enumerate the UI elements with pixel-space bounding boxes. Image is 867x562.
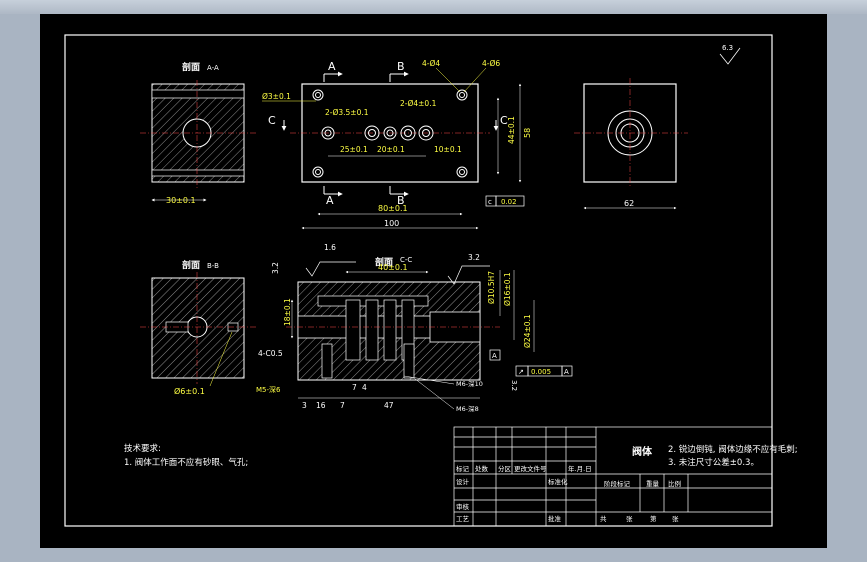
thread-m6a: M6-深10	[456, 379, 483, 388]
tb-std: 标准化	[548, 477, 568, 486]
dim-80: 80±0.1	[378, 204, 408, 213]
dim-20: 20±0.1	[377, 145, 405, 154]
rough-4: 3.2	[510, 380, 518, 391]
dim-b4: 4	[362, 383, 367, 392]
side-dim: 62	[624, 199, 634, 208]
dim-d35: 2-Ø3.5±0.1	[325, 108, 369, 117]
dim-cc-18: 18±0.1	[283, 298, 292, 326]
dim-dia-16: Ø16±0.1	[503, 272, 512, 306]
section-aa-dim: 30±0.1	[166, 196, 196, 205]
tb-stage: 阶段标记	[604, 479, 631, 488]
dim-25: 25±0.1	[340, 145, 368, 154]
front-view: A B A B C C Ø3±0.1 2-Ø3.5±0.1 2-Ø4±0.1 4…	[262, 59, 532, 230]
chamfer-label: 4-C0.5	[258, 349, 283, 358]
part-name: 阀体	[632, 445, 653, 458]
dim-b47: 47	[384, 401, 394, 410]
cad-drawing: 剖面 A-A 30±0.1 A B A B C C Ø3±0.1 2-Ø3.5±…	[64, 34, 798, 527]
section-bb-dim: Ø6±0.1	[174, 386, 205, 396]
rough-1: 1.6	[324, 243, 336, 252]
datum-a: A	[492, 352, 497, 360]
dim-100: 100	[384, 219, 399, 228]
tb-no: 第	[650, 514, 657, 523]
roughness-corner: 6.3	[719, 44, 741, 65]
cut-c-left: C	[268, 114, 276, 127]
tb-mark: 标记	[456, 464, 470, 473]
dim-dia-10: Ø10.5H7	[487, 271, 496, 304]
tb-design: 设计	[456, 477, 470, 486]
tb-scale: 比例	[668, 479, 681, 488]
cut-a-bottom: A	[326, 194, 334, 207]
dim-d3: Ø3±0.1	[262, 92, 291, 101]
tb-total: 共	[600, 514, 607, 523]
dim-holes-b: 4-Ø6	[482, 59, 500, 68]
section-bb-view: 剖面 B-B Ø6±0.1	[140, 259, 256, 396]
section-cc-view: 剖面 C-C 1.6 3.2 3.2 3.2 40±0.1 18±0.1 Ø10…	[256, 243, 573, 413]
runout-value: 0.005	[531, 368, 551, 376]
tb-date: 年.月.日	[568, 464, 592, 473]
notes-heading: 技术要求:	[124, 443, 161, 454]
tb-process: 工艺	[456, 515, 470, 523]
thread-m6b: M6-深8	[456, 404, 479, 413]
title-block-text: 阀体 标记 处数 分区 更改文件号 年.月.日 设计 标准化 阶段标记 重量 比…	[456, 445, 681, 523]
notes-line1: 1. 阀体工作面不应有砂眼、气孔;	[124, 457, 248, 468]
cut-a-top: A	[328, 60, 336, 73]
tb-docno: 更改文件号	[514, 464, 547, 473]
dim-b16: 16	[316, 401, 326, 410]
roughness-corner-value: 6.3	[722, 44, 733, 52]
dim-b7: 7	[340, 401, 345, 410]
dim-44: 44±0.1	[507, 116, 516, 144]
flatness-value: 0.02	[501, 198, 517, 206]
tb-sheets: 张	[626, 514, 633, 523]
thread-m5: M5-深6	[256, 385, 281, 394]
rough-2: 3.2	[271, 262, 280, 274]
dim-b3: 3	[302, 401, 307, 410]
side-view: 62	[574, 78, 688, 210]
title-block	[453, 426, 773, 527]
dim-10: 10±0.1	[434, 145, 462, 154]
flatness-symbol: c	[488, 198, 492, 206]
section-aa-title: 剖面	[182, 61, 200, 73]
rough-3: 3.2	[468, 253, 480, 262]
section-aa-view: 剖面 A-A 30±0.1	[140, 61, 256, 205]
notes-line2: 2. 锐边倒钝, 阀体边缘不应有毛刺;	[668, 444, 798, 455]
notes-line3: 3. 未注尺寸公差±0.3。	[668, 457, 759, 468]
tb-sheet: 张	[672, 514, 679, 523]
section-bb-title: 剖面	[182, 259, 200, 271]
runout-symbol: ↗	[518, 368, 524, 376]
tb-approve: 批准	[548, 514, 562, 523]
runout-ref: A	[564, 368, 569, 376]
dim-d4: 2-Ø4±0.1	[400, 99, 437, 108]
tb-count: 处数	[475, 464, 489, 473]
section-aa-code: A-A	[207, 64, 219, 72]
dim-holes-a: 4-Ø4	[422, 59, 440, 68]
tb-weight: 重量	[646, 480, 660, 488]
dim-58: 58	[523, 128, 532, 138]
tb-zone: 分区	[498, 464, 512, 473]
cut-b-top: B	[397, 60, 405, 73]
dim-cc-40: 40±0.1	[378, 263, 408, 272]
tb-review: 审核	[456, 502, 470, 511]
section-bb-code: B-B	[207, 262, 219, 270]
dim-b7b: 7	[352, 383, 357, 392]
dim-dia-24: Ø24±0.1	[523, 314, 532, 348]
